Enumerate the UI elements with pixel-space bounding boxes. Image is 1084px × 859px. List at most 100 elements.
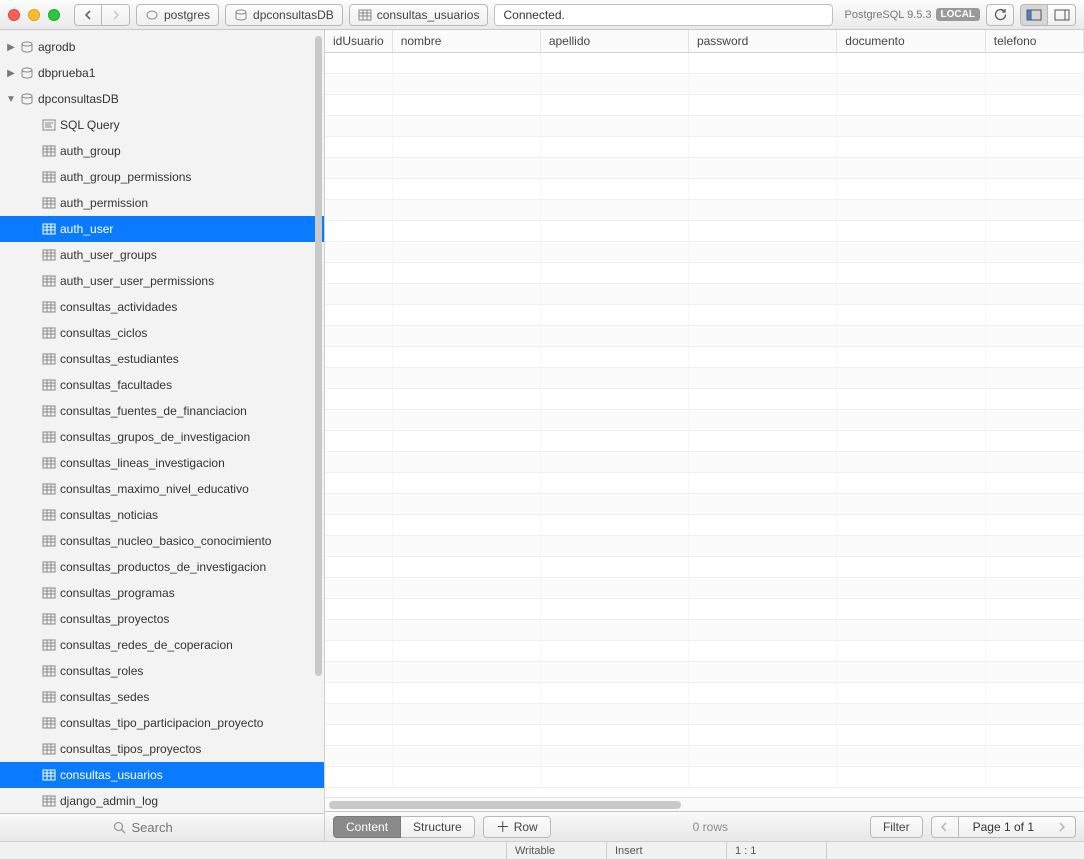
table-cell[interactable] — [688, 284, 836, 305]
table-cell[interactable] — [837, 725, 986, 746]
table-cell[interactable] — [985, 221, 1083, 242]
table-cell[interactable] — [837, 704, 986, 725]
table-cell[interactable] — [985, 725, 1083, 746]
table-cell[interactable] — [688, 389, 836, 410]
sidebar-item-table[interactable]: consultas_roles — [0, 658, 324, 684]
sidebar-item-table[interactable]: consultas_sedes — [0, 684, 324, 710]
sidebar-scrollbar[interactable] — [315, 36, 322, 676]
table-cell[interactable] — [837, 263, 986, 284]
sidebar-item-table[interactable]: consultas_proyectos — [0, 606, 324, 632]
table-cell[interactable] — [985, 53, 1083, 74]
table-cell[interactable] — [837, 578, 986, 599]
table-cell[interactable] — [985, 179, 1083, 200]
table-row[interactable] — [325, 347, 1084, 368]
table-cell[interactable] — [540, 410, 688, 431]
table-cell[interactable] — [985, 767, 1083, 788]
table-cell[interactable] — [985, 473, 1083, 494]
minimize-window-icon[interactable] — [28, 9, 40, 21]
table-cell[interactable] — [325, 158, 392, 179]
table-cell[interactable] — [985, 683, 1083, 704]
table-cell[interactable] — [325, 620, 392, 641]
table-row[interactable] — [325, 53, 1084, 74]
table-row[interactable] — [325, 620, 1084, 641]
table-cell[interactable] — [837, 515, 986, 536]
disclosure-triangle-icon[interactable]: ▼ — [6, 94, 16, 105]
table-cell[interactable] — [688, 347, 836, 368]
table-cell[interactable] — [837, 347, 986, 368]
table-cell[interactable] — [540, 599, 688, 620]
table-cell[interactable] — [540, 137, 688, 158]
table-cell[interactable] — [985, 368, 1083, 389]
table-cell[interactable] — [837, 53, 986, 74]
table-cell[interactable] — [392, 95, 540, 116]
table-cell[interactable] — [325, 683, 392, 704]
table-cell[interactable] — [688, 557, 836, 578]
table-cell[interactable] — [392, 179, 540, 200]
table-cell[interactable] — [325, 515, 392, 536]
refresh-button[interactable] — [986, 4, 1014, 26]
table-cell[interactable] — [837, 536, 986, 557]
sidebar-database[interactable]: ▶dbprueba1 — [0, 60, 324, 86]
table-cell[interactable] — [325, 599, 392, 620]
table-cell[interactable] — [837, 557, 986, 578]
table-cell[interactable] — [985, 158, 1083, 179]
table-cell[interactable] — [392, 431, 540, 452]
table-cell[interactable] — [540, 326, 688, 347]
sidebar-item-table[interactable]: auth_permission — [0, 190, 324, 216]
table-row[interactable] — [325, 284, 1084, 305]
table-cell[interactable] — [688, 473, 836, 494]
table-cell[interactable] — [837, 431, 986, 452]
sidebar-item-table[interactable]: auth_user_user_permissions — [0, 268, 324, 294]
table-cell[interactable] — [688, 536, 836, 557]
table-row[interactable] — [325, 200, 1084, 221]
table-cell[interactable] — [540, 389, 688, 410]
table-cell[interactable] — [540, 200, 688, 221]
table-cell[interactable] — [688, 158, 836, 179]
column-header[interactable]: password — [688, 30, 836, 53]
table-cell[interactable] — [392, 368, 540, 389]
table-cell[interactable] — [837, 767, 986, 788]
sidebar-item-table[interactable]: consultas_estudiantes — [0, 346, 324, 372]
table-row[interactable] — [325, 452, 1084, 473]
table-cell[interactable] — [540, 452, 688, 473]
table-cell[interactable] — [688, 368, 836, 389]
table-cell[interactable] — [540, 473, 688, 494]
forward-button[interactable] — [102, 4, 130, 26]
table-cell[interactable] — [392, 746, 540, 767]
table-cell[interactable] — [540, 221, 688, 242]
table-cell[interactable] — [392, 515, 540, 536]
table-row[interactable] — [325, 389, 1084, 410]
sidebar-item-table[interactable]: consultas_grupos_de_investigacion — [0, 424, 324, 450]
table-cell[interactable] — [392, 410, 540, 431]
table-cell[interactable] — [392, 662, 540, 683]
table-cell[interactable] — [540, 158, 688, 179]
sidebar-item-table[interactable]: django_admin_log — [0, 788, 324, 813]
sidebar-item-table[interactable]: auth_group — [0, 138, 324, 164]
table-row[interactable] — [325, 578, 1084, 599]
table-cell[interactable] — [392, 452, 540, 473]
table-cell[interactable] — [688, 74, 836, 95]
table-cell[interactable] — [392, 74, 540, 95]
table-cell[interactable] — [392, 221, 540, 242]
table-cell[interactable] — [688, 746, 836, 767]
table-cell[interactable] — [325, 494, 392, 515]
table-cell[interactable] — [325, 347, 392, 368]
close-window-icon[interactable] — [8, 9, 20, 21]
table-cell[interactable] — [985, 263, 1083, 284]
table-cell[interactable] — [392, 599, 540, 620]
table-cell[interactable] — [688, 221, 836, 242]
table-cell[interactable] — [392, 137, 540, 158]
table-row[interactable] — [325, 410, 1084, 431]
table-cell[interactable] — [985, 452, 1083, 473]
sidebar-search[interactable] — [0, 813, 324, 841]
table-row[interactable] — [325, 599, 1084, 620]
table-cell[interactable] — [837, 641, 986, 662]
table-cell[interactable] — [985, 326, 1083, 347]
table-cell[interactable] — [985, 662, 1083, 683]
disclosure-triangle-icon[interactable]: ▶ — [6, 42, 16, 53]
table-cell[interactable] — [985, 410, 1083, 431]
table-cell[interactable] — [325, 431, 392, 452]
table-row[interactable] — [325, 662, 1084, 683]
table-cell[interactable] — [688, 53, 836, 74]
table-cell[interactable] — [392, 620, 540, 641]
